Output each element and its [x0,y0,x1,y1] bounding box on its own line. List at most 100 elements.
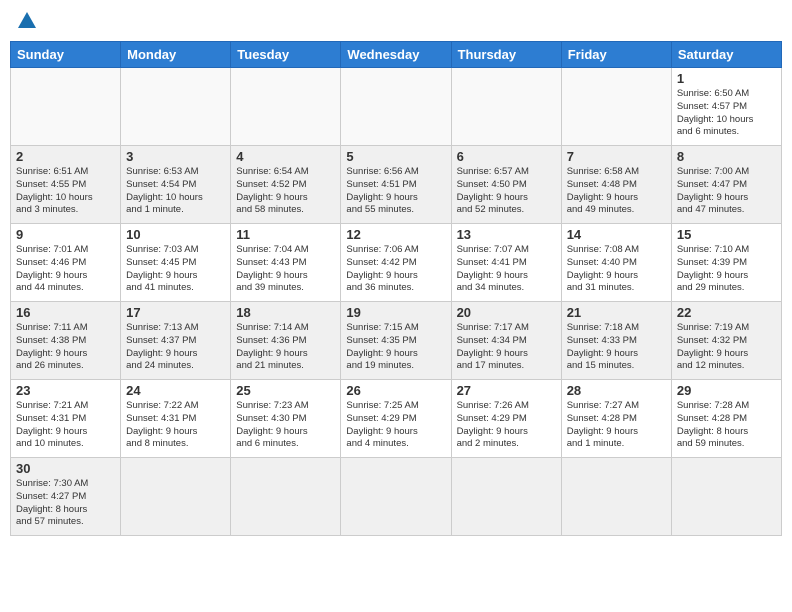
day-number: 29 [677,383,776,398]
day-cell: 28Sunrise: 7:27 AM Sunset: 4:28 PM Dayli… [561,380,671,458]
day-cell: 22 Sunrise: 7:19 AM Sunset: 4:32 PM Dayli… [671,302,781,380]
day-cell: 15 Sunrise: 7:10 AM Sunset: 4:39 PM Dayli… [671,224,781,302]
header [10,10,782,33]
day-cell [451,68,561,146]
day-cell: 14 Sunrise: 7:08 AM Sunset: 4:40 PM Dayli… [561,224,671,302]
day-cell: 27 Sunrise: 7:26 AM Sunset: 4:29 PM Dayli… [451,380,561,458]
day-number: 24 [126,383,225,398]
day-number: 14 [567,227,666,242]
day-number: 6 [457,149,556,164]
day-number: 12 [346,227,445,242]
day-cell [121,458,231,536]
weekday-header-thursday: Thursday [451,42,561,68]
day-info: Sunrise: 6:56 AM Sunset: 4:51 PM Dayligh… [346,166,445,217]
day-number: 23 [16,383,115,398]
day-cell: 2Sunrise: 6:51 AM Sunset: 4:55 PM Daylig… [11,146,121,224]
day-cell [671,458,781,536]
day-number: 30 [16,461,115,476]
day-number: 26 [346,383,445,398]
day-info: Sunrise: 7:11 AM Sunset: 4:38 PM Dayligh… [16,322,115,373]
day-info: Sunrise: 7:28 AM Sunset: 4:28 PM Dayligh… [677,400,776,451]
day-info: Sunrise: 7:18 AM Sunset: 4:33 PM Dayligh… [567,322,666,373]
day-number: 18 [236,305,335,320]
day-info: Sunrise: 7:04 AM Sunset: 4:43 PM Dayligh… [236,244,335,295]
day-number: 21 [567,305,666,320]
week-row-3: 16 Sunrise: 7:11 AM Sunset: 4:38 PM Dayli… [11,302,782,380]
day-info: Sunrise: 6:57 AM Sunset: 4:50 PM Dayligh… [457,166,556,217]
day-cell: 1Sunrise: 6:50 AM Sunset: 4:57 PM Daylig… [671,68,781,146]
weekday-header-saturday: Saturday [671,42,781,68]
day-info: Sunrise: 6:54 AM Sunset: 4:52 PM Dayligh… [236,166,335,217]
weekday-header-sunday: Sunday [11,42,121,68]
day-info: Sunrise: 7:14 AM Sunset: 4:36 PM Dayligh… [236,322,335,373]
day-info: Sunrise: 7:06 AM Sunset: 4:42 PM Dayligh… [346,244,445,295]
day-number: 15 [677,227,776,242]
calendar-table: SundayMondayTuesdayWednesdayThursdayFrid… [10,41,782,536]
day-number: 11 [236,227,335,242]
day-cell: 29 Sunrise: 7:28 AM Sunset: 4:28 PM Dayli… [671,380,781,458]
day-cell: 5 Sunrise: 6:56 AM Sunset: 4:51 PM Daylig… [341,146,451,224]
day-cell: 26Sunrise: 7:25 AM Sunset: 4:29 PM Dayli… [341,380,451,458]
day-number: 1 [677,71,776,86]
day-cell: 16 Sunrise: 7:11 AM Sunset: 4:38 PM Dayli… [11,302,121,380]
day-info: Sunrise: 7:26 AM Sunset: 4:29 PM Dayligh… [457,400,556,451]
week-row-2: 9 Sunrise: 7:01 AM Sunset: 4:46 PM Daylig… [11,224,782,302]
day-info: Sunrise: 7:22 AM Sunset: 4:31 PM Dayligh… [126,400,225,451]
weekday-header-tuesday: Tuesday [231,42,341,68]
day-number: 28 [567,383,666,398]
day-number: 4 [236,149,335,164]
day-cell: 8Sunrise: 7:00 AM Sunset: 4:47 PM Daylig… [671,146,781,224]
weekday-header-friday: Friday [561,42,671,68]
day-info: Sunrise: 7:10 AM Sunset: 4:39 PM Dayligh… [677,244,776,295]
logo-triangle-icon [17,10,37,30]
day-number: 7 [567,149,666,164]
day-info: Sunrise: 7:07 AM Sunset: 4:41 PM Dayligh… [457,244,556,295]
day-info: Sunrise: 7:17 AM Sunset: 4:34 PM Dayligh… [457,322,556,373]
day-cell: 11 Sunrise: 7:04 AM Sunset: 4:43 PM Dayli… [231,224,341,302]
week-row-1: 2Sunrise: 6:51 AM Sunset: 4:55 PM Daylig… [11,146,782,224]
day-cell: 19Sunrise: 7:15 AM Sunset: 4:35 PM Dayli… [341,302,451,380]
day-cell: 12 Sunrise: 7:06 AM Sunset: 4:42 PM Dayli… [341,224,451,302]
day-cell [451,458,561,536]
day-cell [561,68,671,146]
day-cell: 24 Sunrise: 7:22 AM Sunset: 4:31 PM Dayli… [121,380,231,458]
day-number: 27 [457,383,556,398]
day-cell [121,68,231,146]
day-cell [231,458,341,536]
day-info: Sunrise: 7:23 AM Sunset: 4:30 PM Dayligh… [236,400,335,451]
day-info: Sunrise: 7:00 AM Sunset: 4:47 PM Dayligh… [677,166,776,217]
week-row-4: 23Sunrise: 7:21 AM Sunset: 4:31 PM Dayli… [11,380,782,458]
weekday-header-monday: Monday [121,42,231,68]
day-cell [341,68,451,146]
day-cell: 21 Sunrise: 7:18 AM Sunset: 4:33 PM Dayli… [561,302,671,380]
day-number: 5 [346,149,445,164]
day-cell: 23Sunrise: 7:21 AM Sunset: 4:31 PM Dayli… [11,380,121,458]
day-number: 9 [16,227,115,242]
day-number: 2 [16,149,115,164]
weekday-header-row: SundayMondayTuesdayWednesdayThursdayFrid… [11,42,782,68]
day-number: 16 [16,305,115,320]
day-info: Sunrise: 7:19 AM Sunset: 4:32 PM Dayligh… [677,322,776,373]
day-cell: 13 Sunrise: 7:07 AM Sunset: 4:41 PM Dayli… [451,224,561,302]
page: SundayMondayTuesdayWednesdayThursdayFrid… [0,0,792,612]
day-number: 13 [457,227,556,242]
day-number: 19 [346,305,445,320]
day-number: 25 [236,383,335,398]
day-info: Sunrise: 6:53 AM Sunset: 4:54 PM Dayligh… [126,166,225,217]
day-info: Sunrise: 6:58 AM Sunset: 4:48 PM Dayligh… [567,166,666,217]
day-cell: 17 Sunrise: 7:13 AM Sunset: 4:37 PM Dayli… [121,302,231,380]
day-number: 20 [457,305,556,320]
day-info: Sunrise: 7:08 AM Sunset: 4:40 PM Dayligh… [567,244,666,295]
day-number: 3 [126,149,225,164]
day-cell: 4 Sunrise: 6:54 AM Sunset: 4:52 PM Daylig… [231,146,341,224]
day-number: 17 [126,305,225,320]
day-info: Sunrise: 7:30 AM Sunset: 4:27 PM Dayligh… [16,478,115,529]
day-cell: 9 Sunrise: 7:01 AM Sunset: 4:46 PM Daylig… [11,224,121,302]
day-cell: 30 Sunrise: 7:30 AM Sunset: 4:27 PM Dayli… [11,458,121,536]
day-number: 22 [677,305,776,320]
day-info: Sunrise: 7:13 AM Sunset: 4:37 PM Dayligh… [126,322,225,373]
day-cell: 10Sunrise: 7:03 AM Sunset: 4:45 PM Dayli… [121,224,231,302]
day-info: Sunrise: 7:01 AM Sunset: 4:46 PM Dayligh… [16,244,115,295]
weekday-header-wednesday: Wednesday [341,42,451,68]
day-cell: 18 Sunrise: 7:14 AM Sunset: 4:36 PM Dayli… [231,302,341,380]
